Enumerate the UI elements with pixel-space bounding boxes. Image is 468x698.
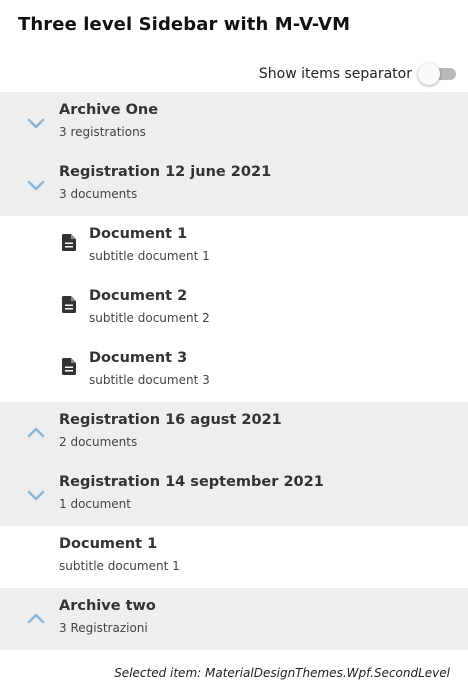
tree-item-subtitle: 3 Registrazioni	[59, 621, 148, 635]
tree-item-archive-two[interactable]: Archive two 3 Registrazioni	[0, 588, 468, 650]
tree-item-subtitle: 3 registrations	[59, 125, 146, 139]
tree-item-subtitle: subtitle document 2	[89, 311, 210, 325]
tree-item-subtitle: 1 document	[59, 497, 131, 511]
tree-item-registration-14-september[interactable]: Registration 14 september 2021 1 documen…	[0, 464, 468, 526]
tree-item-title: Registration 14 september 2021	[59, 474, 324, 490]
tree-item-title: Document 1	[89, 226, 188, 242]
tree-item-subtitle: 2 documents	[59, 435, 138, 449]
selected-item-status: Selected item: MaterialDesignThemes.Wpf.…	[114, 666, 450, 680]
tree-item-title: Registration 16 agust 2021	[59, 412, 282, 428]
tree-item-title: Document 3	[89, 350, 188, 366]
tree-item-document-3[interactable]: Document 3 subtitle document 3	[0, 340, 468, 402]
chevron-down-icon[interactable]	[27, 116, 45, 130]
tree-item-subtitle: subtitle document 1	[89, 249, 210, 263]
sidebar-tree: Archive One 3 registrations Registration…	[0, 92, 468, 650]
document-icon	[62, 358, 76, 375]
tree-item-registration-16-agust[interactable]: Registration 16 agust 2021 2 documents	[0, 402, 468, 464]
page-title: Three level Sidebar with M-V-VM	[18, 14, 351, 35]
separator-toggle-label: Show items separator	[258, 66, 412, 82]
tree-item-subtitle: 3 documents	[59, 187, 138, 201]
chevron-up-icon[interactable]	[27, 612, 45, 626]
tree-item-registration-12-june[interactable]: Registration 12 june 2021 3 documents	[0, 154, 468, 216]
tree-item-title: Archive two	[59, 598, 156, 614]
tree-item-title: Archive One	[59, 102, 159, 118]
tree-item-archive-one[interactable]: Archive One 3 registrations	[0, 92, 468, 154]
toggle-thumb[interactable]	[418, 63, 440, 85]
chevron-up-icon[interactable]	[27, 426, 45, 440]
tree-item-document-2[interactable]: Document 2 subtitle document 2	[0, 278, 468, 340]
chevron-down-icon[interactable]	[27, 178, 45, 192]
document-icon	[62, 296, 76, 313]
app-window: Three level Sidebar with M-V-VM Show ite…	[0, 0, 468, 698]
tree-item-document-1[interactable]: Document 1 subtitle document 1	[0, 216, 468, 278]
separator-toggle-switch[interactable]	[418, 62, 458, 86]
tree-item-title: Document 2	[89, 288, 188, 304]
chevron-down-icon[interactable]	[27, 488, 45, 502]
tree-item-title: Registration 12 june 2021	[59, 164, 272, 180]
tree-item-subtitle: subtitle document 1	[59, 559, 180, 573]
separator-toggle-row: Show items separator	[259, 62, 458, 86]
tree-item-title: Document 1	[59, 536, 158, 552]
tree-item-subtitle: subtitle document 3	[89, 373, 210, 387]
document-icon	[62, 234, 76, 251]
tree-item-document-1-sept[interactable]: Document 1 subtitle document 1	[0, 526, 468, 588]
